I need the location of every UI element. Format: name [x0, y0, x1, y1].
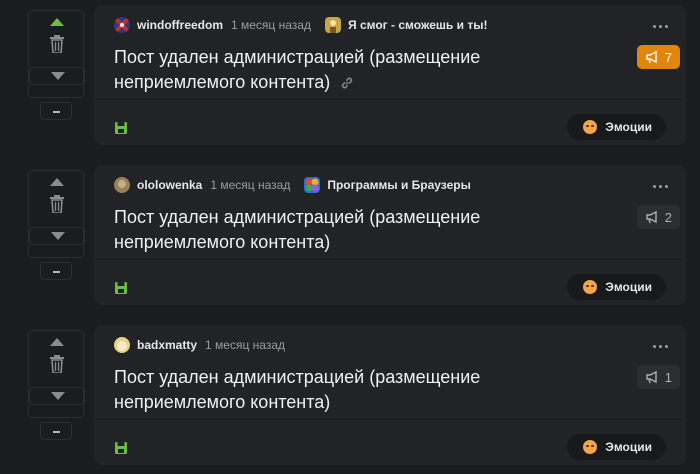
minus-icon: [53, 431, 60, 433]
megaphone-icon: [646, 50, 657, 64]
community-avatar: [324, 17, 341, 33]
downvote-arrow-icon: [51, 72, 65, 80]
emotions-label: Эмоции: [605, 440, 652, 454]
post-meta: ololowenka 1 месяц назад Программы и Бра…: [114, 176, 471, 194]
emoji-icon: [583, 440, 598, 454]
post-time: 1 месяц назад: [210, 178, 291, 192]
more-options-icon[interactable]: [653, 25, 668, 28]
community-name: Программы и Браузеры: [327, 178, 471, 192]
post-title[interactable]: Пост удален администрацией (размещение н…: [114, 205, 614, 255]
emotions-button[interactable]: Эмоции: [567, 274, 666, 300]
community-name: Я смог - сможешь и ты!: [347, 18, 488, 32]
collapse-button[interactable]: [40, 102, 72, 120]
comments-badge[interactable]: 7: [636, 45, 680, 69]
post-title-text: Пост удален администрацией (размещение н…: [114, 207, 481, 252]
downvote-button[interactable]: [29, 227, 85, 245]
emoji-icon: [583, 280, 598, 294]
community-link[interactable]: Я смог - сможешь и ты!: [324, 17, 488, 33]
more-options-icon[interactable]: [653, 345, 668, 348]
post-title[interactable]: Пост удален администрацией (размещение н…: [114, 365, 614, 415]
upvote-arrow-icon[interactable]: [50, 178, 64, 186]
post-card: ololowenka 1 месяц назад Программы и Бра…: [94, 165, 686, 305]
post-meta: windoffreedom 1 месяц назад Я смог - смо…: [114, 16, 487, 34]
divider: [94, 419, 686, 420]
megaphone-icon: [646, 370, 657, 384]
comments-badge[interactable]: 1: [636, 365, 680, 389]
downvote-arrow-icon: [51, 392, 65, 400]
author-name[interactable]: badxmatty: [137, 338, 197, 352]
comments-badge[interactable]: 2: [636, 205, 680, 229]
downvote-button[interactable]: [29, 67, 85, 85]
save-icon[interactable]: [114, 281, 128, 295]
save-icon[interactable]: [114, 121, 128, 135]
divider: [94, 259, 686, 260]
trash-icon[interactable]: [49, 355, 65, 373]
minus-icon: [53, 271, 60, 273]
save-icon[interactable]: [114, 441, 128, 455]
post-title[interactable]: Пост удален администрацией (размещение н…: [114, 45, 614, 95]
post-time: 1 месяц назад: [231, 18, 311, 32]
emotions-label: Эмоции: [605, 280, 652, 294]
avatar[interactable]: [114, 17, 130, 33]
trash-icon[interactable]: [49, 195, 65, 213]
downvote-button[interactable]: [29, 387, 85, 405]
emotions-label: Эмоции: [605, 120, 652, 134]
collapse-button[interactable]: [40, 262, 72, 280]
vote-box: [28, 330, 85, 418]
upvote-arrow-icon[interactable]: [50, 18, 64, 26]
emotions-button[interactable]: Эмоции: [567, 434, 666, 460]
community-avatar: [304, 177, 321, 193]
vote-box: [28, 170, 85, 258]
author-name[interactable]: windoffreedom: [137, 18, 223, 32]
post-time: 1 месяц назад: [205, 338, 286, 352]
comments-count: 1: [664, 369, 672, 385]
emotions-button[interactable]: Эмоции: [567, 114, 666, 140]
vote-box: [28, 10, 85, 98]
post-title-text: Пост удален администрацией (размещение н…: [114, 47, 481, 92]
megaphone-icon: [646, 210, 657, 224]
minus-icon: [53, 111, 60, 113]
link-icon[interactable]: [340, 76, 354, 90]
divider: [94, 99, 686, 100]
post-card: badxmatty 1 месяц назад Пост удален адми…: [94, 325, 686, 465]
comments-count: 7: [664, 49, 672, 65]
upvote-arrow-icon[interactable]: [50, 338, 64, 346]
emoji-icon: [583, 120, 598, 134]
avatar[interactable]: [114, 177, 130, 193]
more-options-icon[interactable]: [653, 185, 668, 188]
collapse-button[interactable]: [40, 422, 72, 440]
post-card: windoffreedom 1 месяц назад Я смог - смо…: [94, 5, 686, 145]
community-link[interactable]: Программы и Браузеры: [304, 177, 471, 193]
downvote-arrow-icon: [51, 232, 65, 240]
post-meta: badxmatty 1 месяц назад: [114, 336, 285, 354]
comments-count: 2: [664, 209, 672, 225]
post-title-text: Пост удален администрацией (размещение н…: [114, 367, 481, 412]
author-name[interactable]: ololowenka: [137, 178, 202, 192]
avatar[interactable]: [114, 337, 130, 353]
trash-icon[interactable]: [49, 35, 65, 53]
